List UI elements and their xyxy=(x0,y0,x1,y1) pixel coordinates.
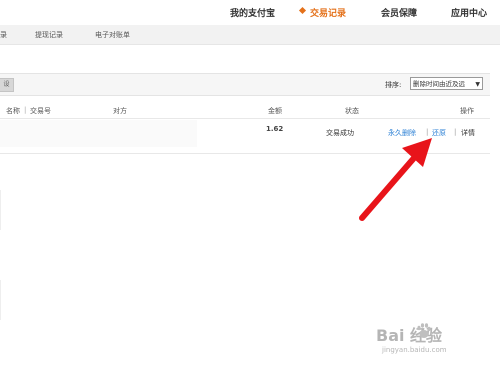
detail-link[interactable]: 详情 xyxy=(461,128,475,138)
toolbar-button[interactable]: 设 xyxy=(0,78,14,92)
row-status: 交易成功 xyxy=(326,129,354,137)
header-name: 名称 xyxy=(6,107,20,115)
row-amount: 1.62 xyxy=(266,125,284,133)
header-separator: | xyxy=(24,106,27,114)
table-header: 名称 | 交易号 对方 金额 状态 操作 xyxy=(0,104,490,119)
sort-select-value: 删除时间由近及远 xyxy=(413,80,465,88)
watermark-logo: Bai 经验 xyxy=(376,326,443,345)
nav-transaction-records-label: 交易记录 xyxy=(310,9,347,19)
subnav-item-records[interactable]: 录 xyxy=(0,30,7,40)
header-trade-no: 交易号 xyxy=(30,107,51,115)
subnav-item-e-statement[interactable]: 电子对账单 xyxy=(95,30,130,40)
left-edge-divider xyxy=(0,190,1,230)
annotation-arrow-shaft xyxy=(359,155,417,221)
header-status: 状态 xyxy=(345,107,359,115)
row-redacted-area xyxy=(0,120,197,147)
active-diamond-icon xyxy=(298,6,307,15)
sort-select[interactable]: 删除时间由近及远 ▼ xyxy=(410,77,483,90)
top-navigation: 我的支付宝 交易记录 会员保障 应用中心 xyxy=(0,0,500,25)
header-actions: 操作 xyxy=(460,107,474,115)
sub-navigation: 录 提现记录 电子对账单 xyxy=(0,25,500,45)
header-counterparty: 对方 xyxy=(113,107,127,115)
header-amount: 金额 xyxy=(268,107,282,115)
baidu-jingyan-watermark: Bai 经验 jingyan.baidu.com xyxy=(376,322,496,362)
nav-app-center[interactable]: 应用中心 xyxy=(451,6,487,19)
nav-my-alipay[interactable]: 我的支付宝 xyxy=(230,6,275,19)
table-row: 1.62 交易成功 永久删除 | 还原 | 详情 xyxy=(0,119,490,154)
permanent-delete-link[interactable]: 永久删除 xyxy=(388,128,416,138)
action-separator: | xyxy=(426,128,429,136)
watermark-url: jingyan.baidu.com xyxy=(382,346,447,354)
nav-transaction-records[interactable]: 交易记录 xyxy=(298,6,347,19)
paw-icon xyxy=(417,323,431,338)
sort-label: 排序: xyxy=(385,81,402,89)
action-separator: | xyxy=(454,128,457,136)
dropdown-arrow-icon: ▼ xyxy=(475,81,480,88)
restore-link[interactable]: 还原 xyxy=(432,128,446,138)
subnav-item-withdraw-records[interactable]: 提现记录 xyxy=(35,30,63,40)
filter-toolbar: 设 排序: 删除时间由近及远 ▼ xyxy=(0,73,490,96)
nav-member-protection[interactable]: 会员保障 xyxy=(381,6,417,19)
left-edge-divider xyxy=(0,280,1,320)
annotation-arrow xyxy=(359,138,432,221)
